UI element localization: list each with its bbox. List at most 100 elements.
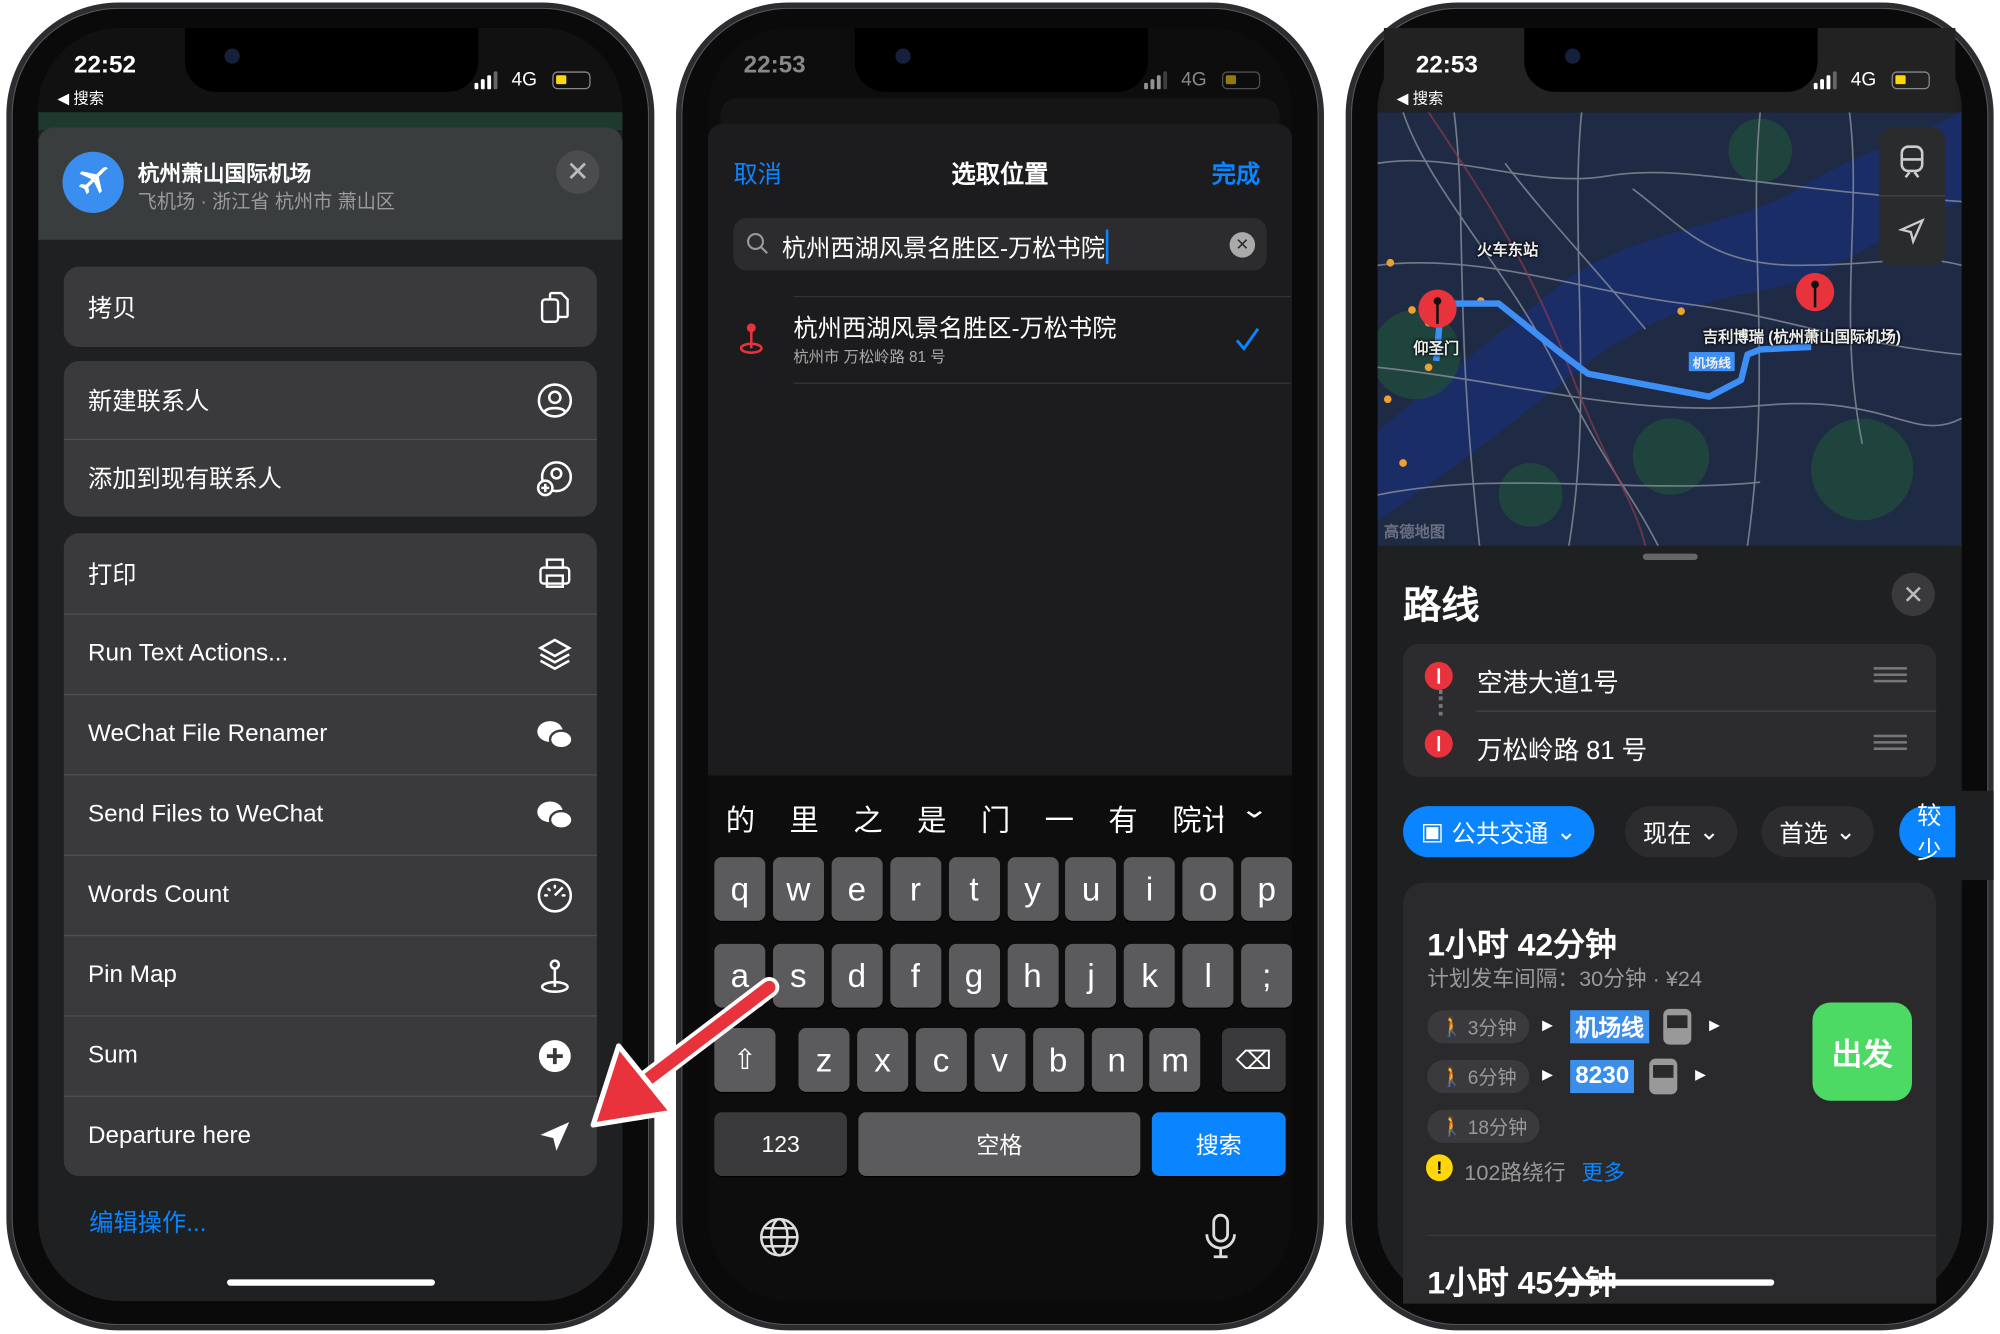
key-l[interactable]: l: [1182, 943, 1234, 1008]
close-icon: ✕: [566, 155, 590, 188]
key-y[interactable]: y: [1007, 857, 1059, 921]
candidate[interactable]: 门: [981, 796, 1010, 839]
action-send-files-to-wechat[interactable]: Send Files to WeChat: [63, 774, 597, 854]
action-label: Words Count: [88, 880, 229, 908]
drag-handle-icon[interactable]: [1873, 667, 1907, 683]
close-button[interactable]: ✕: [556, 150, 600, 194]
place-header: [38, 127, 623, 240]
key-k[interactable]: k: [1124, 943, 1176, 1008]
key-w[interactable]: w: [772, 857, 824, 921]
waypoints-card: 空港大道1号 万松岭路 81 号: [1403, 644, 1937, 777]
key-b[interactable]: b: [1032, 1028, 1084, 1092]
waypoint-start[interactable]: 空港大道1号: [1403, 644, 1936, 710]
map-label-origin: 仰圣门: [1413, 339, 1460, 358]
layers-icon: [537, 637, 572, 670]
candidate[interactable]: 的: [726, 796, 755, 839]
status-time: 22:53: [743, 52, 806, 80]
key-;[interactable]: ;: [1241, 943, 1293, 1008]
close-button[interactable]: ✕: [1891, 572, 1935, 617]
network-label: 4G: [1850, 68, 1877, 91]
sheet-grabber[interactable]: [1642, 553, 1698, 560]
space-key[interactable]: 空格: [858, 1112, 1141, 1177]
chip-label: 公共交通: [1451, 820, 1549, 848]
divider: [1427, 1234, 1937, 1236]
result-subtitle: 杭州市 万松岭路 81 号: [793, 348, 946, 367]
key-e[interactable]: e: [831, 857, 883, 921]
chip-time[interactable]: 现在 ⌄: [1624, 806, 1738, 858]
microphone-icon[interactable]: [1203, 1212, 1239, 1260]
candidate[interactable]: 一: [1045, 796, 1074, 839]
action-words-count[interactable]: Words Count: [63, 854, 597, 935]
action-copy[interactable]: 拷贝: [64, 267, 597, 347]
more-link[interactable]: 更多: [1582, 1154, 1625, 1186]
key-f[interactable]: f: [889, 943, 941, 1008]
place-subtitle: 飞机场 · 浙江省 杭州市 萧山区: [137, 191, 395, 214]
clear-icon[interactable]: ✕: [1229, 232, 1256, 258]
back-to-search[interactable]: ◀ 搜索: [57, 87, 104, 109]
battery-icon: [552, 71, 591, 90]
edit-actions-link[interactable]: 编辑操作...: [89, 1204, 206, 1238]
walk-step: 🚶 6分钟: [1427, 1059, 1530, 1094]
key-q[interactable]: q: [714, 857, 766, 921]
wechat-icon: [537, 720, 574, 749]
backspace-key[interactable]: ⌫: [1221, 1028, 1286, 1092]
done-button[interactable]: 完成: [1212, 156, 1260, 190]
action-print[interactable]: 打印: [64, 533, 597, 613]
key-r[interactable]: r: [889, 857, 941, 921]
key-t[interactable]: t: [948, 857, 1000, 921]
back-to-search[interactable]: ◀ 搜索: [1397, 87, 1444, 109]
step-arrow-icon: ▶: [1709, 1017, 1720, 1034]
key-c[interactable]: c: [915, 1028, 967, 1092]
divider: [793, 382, 1291, 384]
key-i[interactable]: i: [1124, 857, 1176, 921]
wechat-icon: [537, 800, 574, 830]
candidate[interactable]: 有: [1108, 796, 1137, 839]
candidate[interactable]: 里: [790, 796, 819, 839]
chip-label: 现在: [1642, 820, 1692, 848]
key-p[interactable]: p: [1241, 857, 1293, 921]
chip-preference[interactable]: 首选 ⌄: [1761, 806, 1874, 858]
search-input[interactable]: 杭州西湖风景名胜区-万松书院: [782, 229, 1109, 265]
chevron-down-icon: ⌄: [1556, 818, 1577, 846]
locate-me-button[interactable]: [1879, 196, 1945, 265]
key-x[interactable]: x: [857, 1028, 909, 1092]
search-key[interactable]: 搜索: [1151, 1112, 1286, 1177]
action-add-to-contact[interactable]: 添加到现有联系人: [63, 438, 597, 517]
action-departure-here[interactable]: Departure here: [63, 1095, 597, 1176]
key-n[interactable]: n: [1091, 1028, 1143, 1092]
key-m[interactable]: m: [1149, 1028, 1201, 1092]
bus-icon: ▣: [1420, 818, 1444, 846]
action-run-text-actions[interactable]: Run Text Actions...: [63, 613, 597, 694]
candidate[interactable]: 院计: [1172, 796, 1223, 839]
search-result-row[interactable]: 杭州西湖风景名胜区-万松书院 杭州市 万松岭路 81 号: [708, 297, 1292, 382]
cancel-button[interactable]: 取消: [733, 156, 781, 190]
go-button[interactable]: 出发: [1812, 1002, 1912, 1101]
key-z[interactable]: z: [798, 1028, 850, 1092]
globe-icon[interactable]: [758, 1216, 801, 1259]
map-controls: [1878, 127, 1946, 266]
origin-pin: [1418, 289, 1457, 328]
chip-transport-mode[interactable]: ▣ 公共交通 ⌄: [1403, 806, 1595, 858]
drag-handle-icon[interactable]: [1873, 734, 1907, 750]
key-v[interactable]: v: [974, 1028, 1026, 1092]
action-label: Run Text Actions...: [88, 639, 289, 667]
candidate[interactable]: 之: [853, 796, 882, 839]
waypoint-end[interactable]: 万松岭路 81 号: [1403, 712, 1936, 777]
key-j[interactable]: j: [1065, 943, 1117, 1008]
battery-icon: [1891, 71, 1930, 90]
action-wechat-file-renamer[interactable]: WeChat File Renamer: [63, 693, 597, 774]
key-o[interactable]: o: [1182, 857, 1234, 921]
search-field[interactable]: 杭州西湖风景名胜区-万松书院 ✕: [733, 218, 1267, 271]
candidate[interactable]: 是: [917, 796, 946, 839]
key-h[interactable]: h: [1007, 943, 1059, 1008]
action-sum[interactable]: Sum: [63, 1015, 597, 1095]
key-u[interactable]: u: [1065, 857, 1117, 921]
destination-pin: [1795, 272, 1835, 312]
key-g[interactable]: g: [948, 943, 1000, 1008]
transit-mode-button[interactable]: [1878, 128, 1946, 197]
expand-candidates-icon[interactable]: ⌄: [1239, 793, 1269, 825]
train-icon: [1900, 144, 1924, 178]
key-d[interactable]: d: [831, 943, 883, 1008]
action-new-contact[interactable]: 新建联系人: [64, 361, 597, 439]
action-pin-map[interactable]: Pin Map: [63, 934, 597, 1015]
